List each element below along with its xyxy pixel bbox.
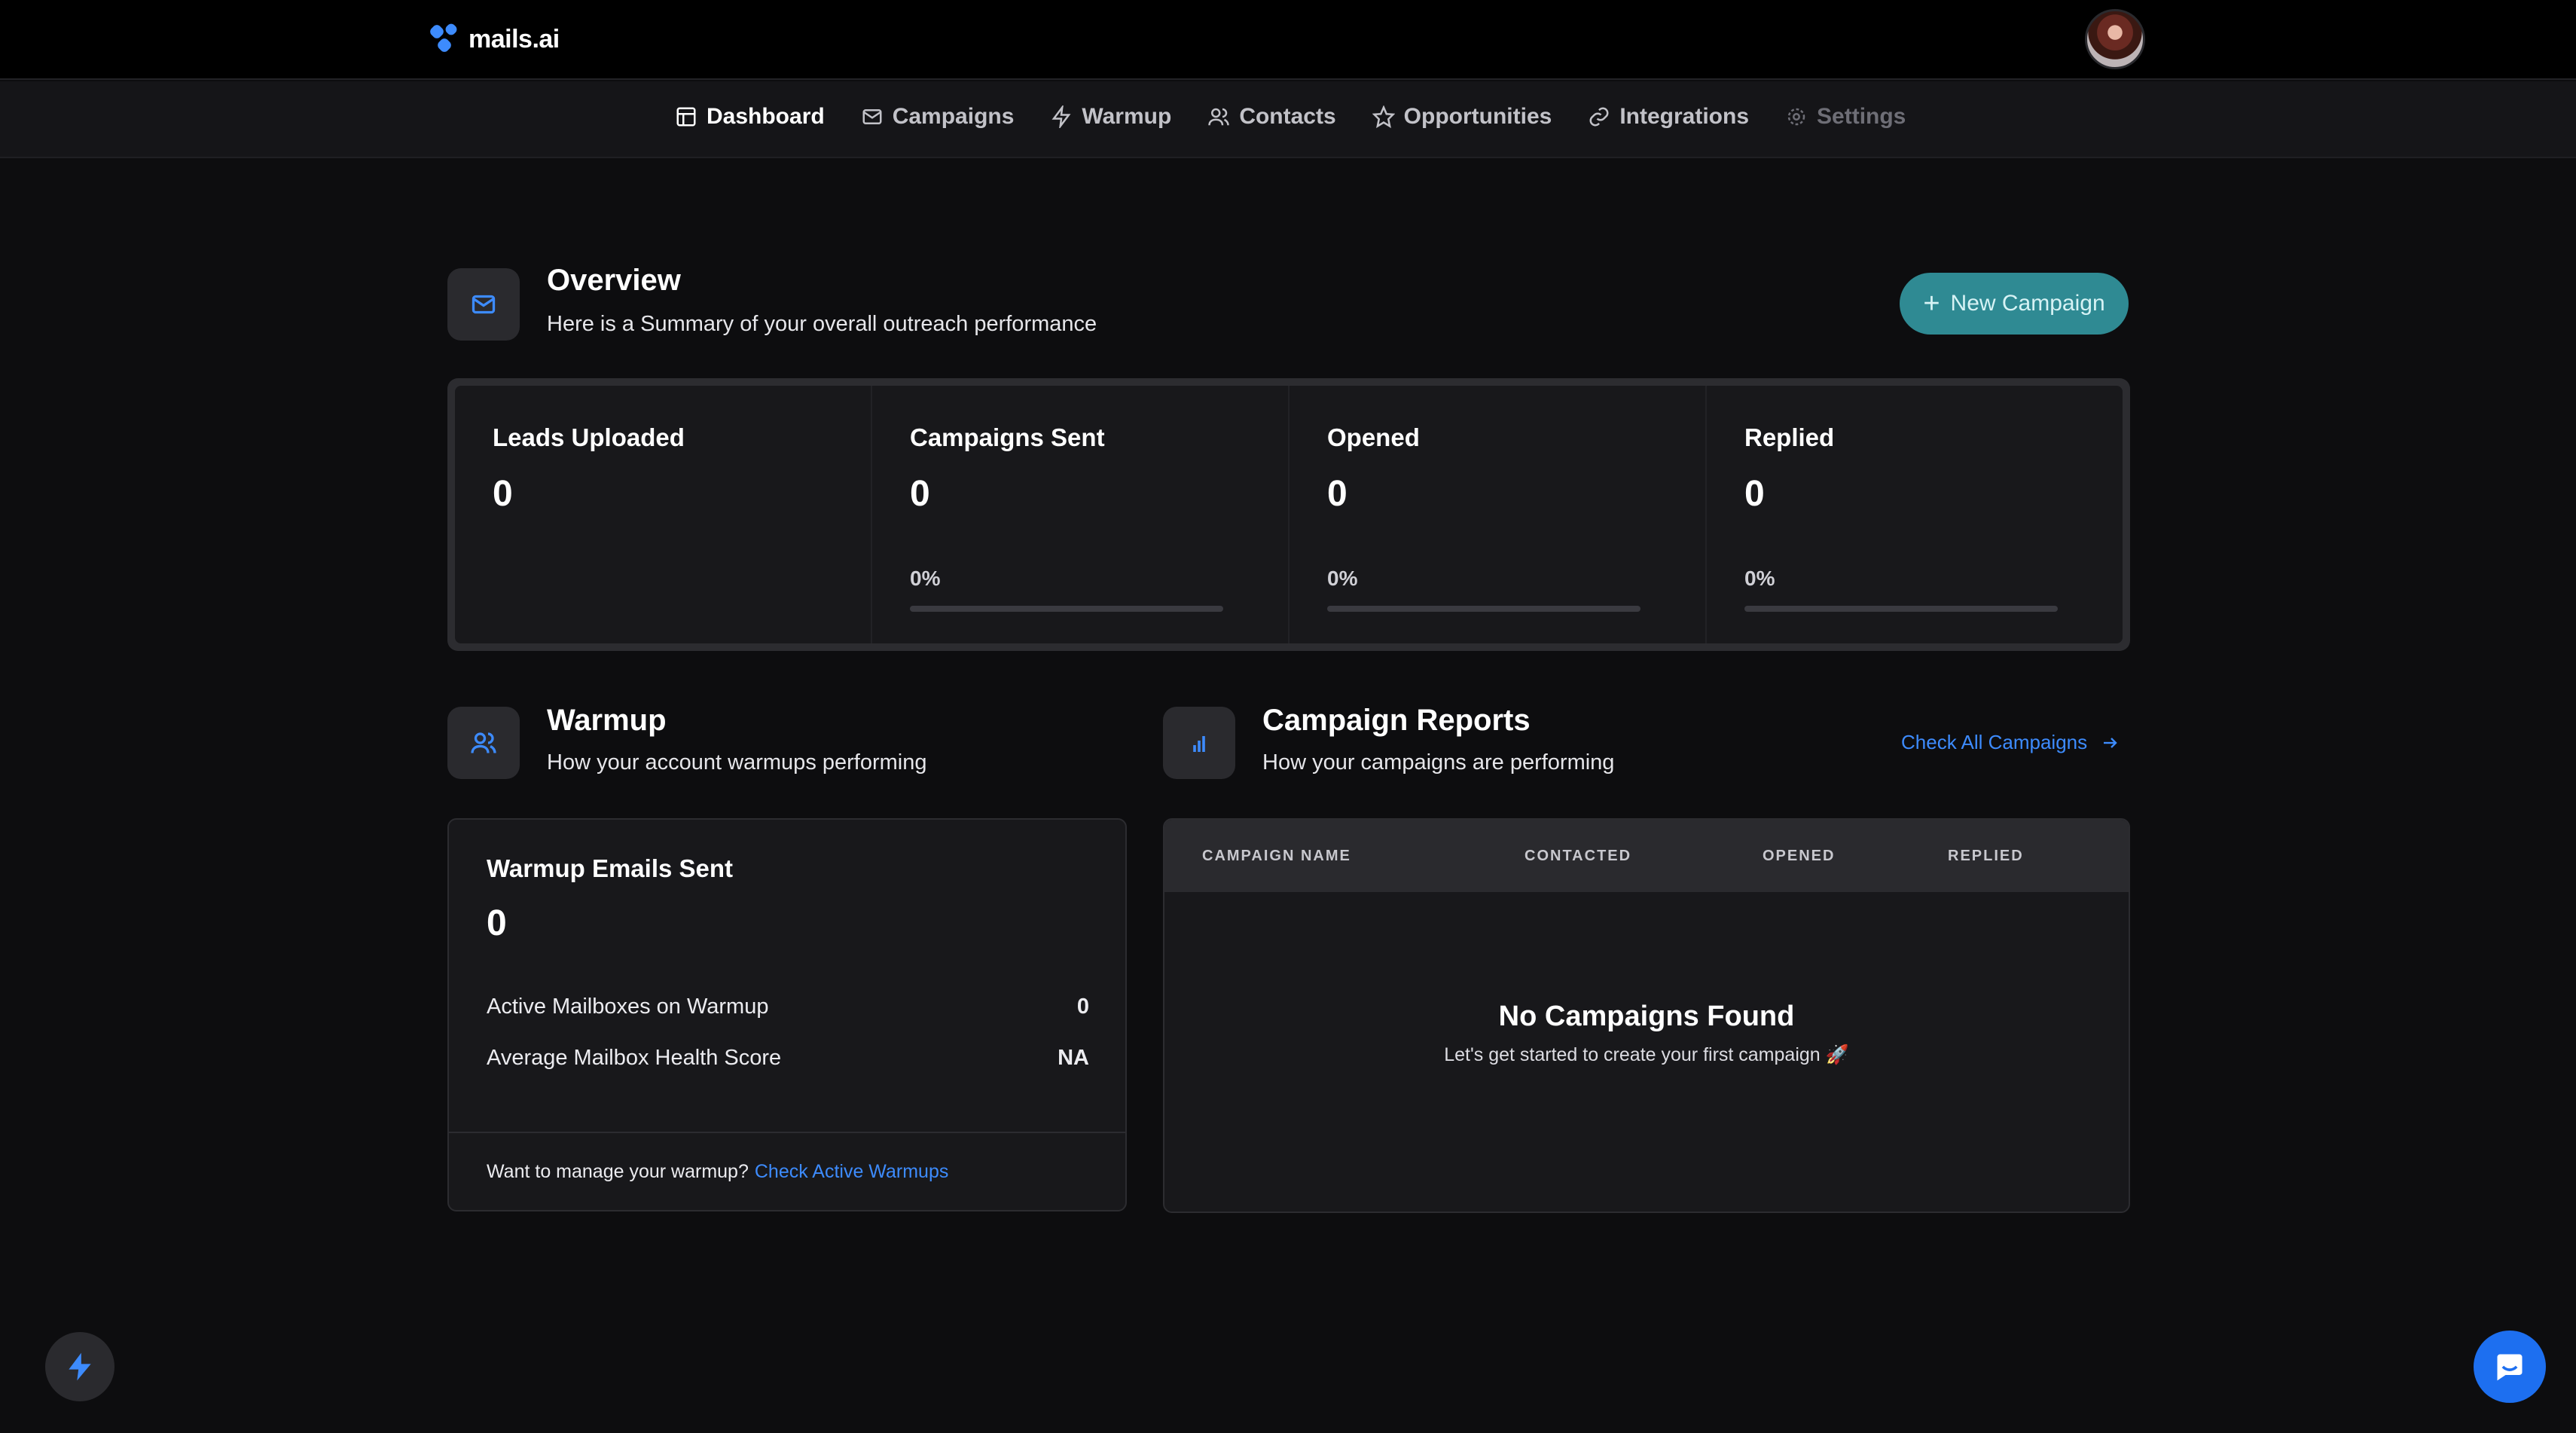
nav-label: Contacts <box>1239 104 1336 129</box>
table-header: CAMPAIGN NAME CONTACTED OPENED REPLIED <box>1164 820 2129 892</box>
warmup-users-icon <box>447 707 520 779</box>
layout-icon <box>676 107 696 127</box>
logo-mark-icon <box>428 22 462 56</box>
brand-name: mails.ai <box>469 24 560 53</box>
quick-actions-button[interactable] <box>45 1332 114 1401</box>
gear-icon <box>1787 108 1805 126</box>
warmup-footer-text: Want to manage your warmup? <box>487 1160 749 1182</box>
users-icon <box>1208 108 1230 126</box>
chat-support-button[interactable] <box>2474 1331 2546 1403</box>
nav-label: Opportunities <box>1403 104 1552 129</box>
stat-replied: Replied 0 0% <box>1707 386 2123 643</box>
warmup-card: Warmup Emails Sent 0 Active Mailboxes on… <box>447 818 1127 1211</box>
bolt-icon <box>69 1352 91 1381</box>
nav-item-warmup[interactable]: Warmup <box>1050 104 1171 130</box>
empty-state-subtitle: Let's get started to create your first c… <box>1444 1044 1849 1065</box>
new-campaign-label: New Campaign <box>1950 291 2105 316</box>
nav-label: Warmup <box>1082 104 1172 129</box>
nav-item-dashboard[interactable]: Dashboard <box>675 104 825 130</box>
column-header-replied[interactable]: REPLIED <box>1948 848 2024 865</box>
stat-value: 0 <box>493 474 513 514</box>
mail-icon <box>862 109 882 124</box>
warmup-row-value: 0 <box>1076 995 1089 1019</box>
nav-item-campaigns[interactable]: Campaigns <box>861 104 1015 130</box>
stat-progress-bar <box>1327 606 1641 612</box>
nav-label: Campaigns <box>892 104 1015 129</box>
new-campaign-button[interactable]: + New Campaign <box>1900 273 2129 335</box>
warmup-row: Active Mailboxes on Warmup 0 <box>487 995 1089 1019</box>
overview-mail-icon <box>447 268 520 341</box>
column-header-contacted[interactable]: CONTACTED <box>1525 848 1631 865</box>
chat-icon <box>2497 1354 2523 1381</box>
nav-item-integrations[interactable]: Integrations <box>1588 104 1749 130</box>
brand-logo[interactable]: mails.ai <box>428 22 560 56</box>
top-bar: mails.ai <box>0 0 2576 80</box>
link-icon <box>1589 107 1609 127</box>
stat-progress-bar <box>1744 606 2058 612</box>
warmup-row: Average Mailbox Health Score NA <box>487 1046 1089 1071</box>
stat-percent: 0% <box>910 567 941 590</box>
stat-label: Opened <box>1327 423 1420 451</box>
check-active-warmups-link[interactable]: Check Active Warmups <box>755 1161 948 1183</box>
overview-subtitle: Here is a Summary of your overall outrea… <box>547 312 1097 336</box>
nav-item-opportunities[interactable]: Opportunities <box>1372 104 1552 130</box>
check-all-label: Check All Campaigns <box>1901 731 2088 753</box>
reports-title: Campaign Reports <box>1262 704 1531 737</box>
stat-percent: 0% <box>1744 567 1775 590</box>
nav-label: Integrations <box>1619 104 1750 129</box>
main-nav: Dashboard Campaigns Warmup Contacts Oppo… <box>0 81 2576 158</box>
warmup-card-footer: Want to manage your warmup? Check Active… <box>449 1132 1125 1210</box>
nav-item-settings[interactable]: Settings <box>1785 104 1906 130</box>
column-header-opened[interactable]: OPENED <box>1763 848 1835 865</box>
plus-icon: + <box>1923 288 1940 319</box>
empty-state-title: No Campaigns Found <box>1498 1001 1795 1032</box>
overview-title: Overview <box>547 264 681 297</box>
nav-item-contacts[interactable]: Contacts <box>1207 104 1336 130</box>
reports-subtitle: How your campaigns are performing <box>1262 750 1615 775</box>
warmup-row-value: NA <box>1058 1046 1089 1070</box>
stat-percent: 0% <box>1327 567 1358 590</box>
overview-stats: Leads Uploaded 0 Campaigns Sent 0 0% Ope… <box>447 378 2130 651</box>
bolt-icon <box>1051 105 1071 128</box>
warmup-row-label: Average Mailbox Health Score <box>487 1046 782 1070</box>
stat-campaigns-sent: Campaigns Sent 0 0% <box>872 386 1290 643</box>
warmup-subtitle: How your account warmups performing <box>547 750 927 775</box>
stat-leads-uploaded: Leads Uploaded 0 <box>455 386 872 643</box>
stat-label: Replied <box>1744 423 1835 451</box>
stat-label: Campaigns Sent <box>910 423 1105 451</box>
stat-opened: Opened 0 0% <box>1290 386 1707 643</box>
warmup-row-label: Active Mailboxes on Warmup <box>487 995 769 1019</box>
campaign-reports-table: CAMPAIGN NAME CONTACTED OPENED REPLIED N… <box>1163 818 2130 1213</box>
stat-label: Leads Uploaded <box>493 423 685 451</box>
warmup-card-value: 0 <box>487 903 507 943</box>
check-all-campaigns-link[interactable]: Check All Campaigns <box>1901 731 2119 754</box>
stat-value: 0 <box>910 474 930 514</box>
stat-progress-bar <box>910 606 1223 612</box>
column-header-campaign-name[interactable]: CAMPAIGN NAME <box>1202 848 1351 865</box>
warmup-card-title: Warmup Emails Sent <box>487 854 734 882</box>
star-icon <box>1372 105 1395 128</box>
stat-value: 0 <box>1744 474 1765 514</box>
nav-label: Dashboard <box>707 104 825 129</box>
arrow-right-icon <box>2104 737 2117 748</box>
avatar[interactable] <box>2085 9 2145 69</box>
warmup-title: Warmup <box>547 704 667 737</box>
nav-label: Settings <box>1817 104 1906 129</box>
stat-value: 0 <box>1327 474 1348 514</box>
bar-chart-icon <box>1163 707 1235 779</box>
